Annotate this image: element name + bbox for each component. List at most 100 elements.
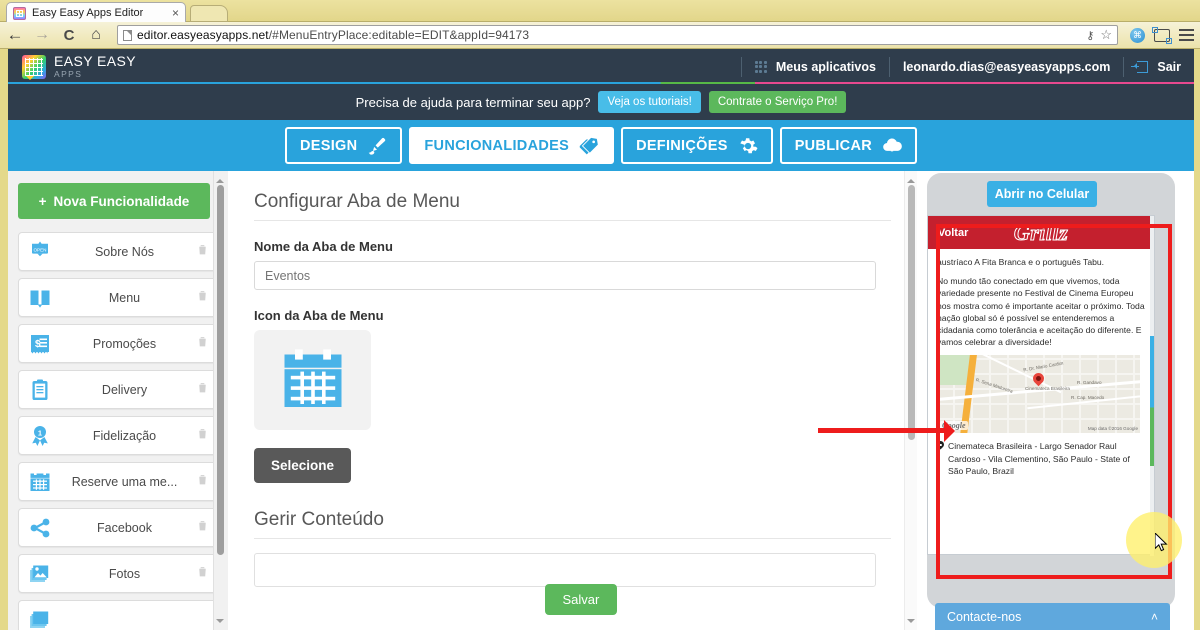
user-email-label: leonardo.dias@easyeasyapps.com — [903, 60, 1110, 74]
contact-us-bar[interactable]: Contacte-nos ˄ — [935, 603, 1170, 630]
clipboard-icon — [27, 377, 53, 403]
cast-icon[interactable] — [1154, 29, 1170, 42]
user-email[interactable]: leonardo.dias@easyeasyapps.com — [890, 49, 1123, 84]
sidebar-item-label: Fidelização — [53, 429, 196, 443]
sidebar-item-delivery[interactable]: Delivery — [18, 370, 218, 409]
sidebar-item-label: Promoções — [53, 337, 196, 351]
browser-toolbar: ← → C ⌂ editor.easyeasyapps.net/#MenuEnt… — [0, 22, 1200, 49]
feature-list: OPEN Sobre Nós Menu — [18, 232, 218, 630]
sidebar-item-sobre-nos[interactable]: OPEN Sobre Nós — [18, 232, 218, 271]
extension-icon[interactable]: ⌘ — [1130, 28, 1145, 43]
preview-scrollbar[interactable] — [1150, 216, 1154, 556]
workspace: + Nova Funcionalidade OPEN Sobre Nós — [8, 171, 1194, 630]
new-tab-button[interactable] — [190, 5, 228, 22]
logout-button[interactable]: Sair — [1124, 49, 1194, 84]
sidebar-item-reserve-uma-mesa[interactable]: Reserve uma me... — [18, 462, 218, 501]
scroll-down-icon[interactable] — [907, 619, 915, 627]
address-bar[interactable]: editor.easyeasyapps.net/#MenuEntryPlace:… — [117, 25, 1118, 45]
sidebar-item-promocoes[interactable]: $ Promoções — [18, 324, 218, 363]
preview-paragraph-2: No mundo tão conectado em que vivemos, t… — [937, 275, 1145, 348]
my-apps-button[interactable]: Meus aplicativos — [742, 49, 889, 84]
main-scrollbar[interactable] — [904, 171, 917, 630]
sidebar-item-label: Delivery — [53, 383, 196, 397]
browser-tab[interactable]: Easy Easy Apps Editor × — [6, 2, 186, 23]
sidebar-item-label: Facebook — [53, 521, 196, 535]
icon-preview-box[interactable] — [254, 330, 371, 430]
page-info-icon — [123, 30, 132, 41]
map-label: Cinemateca Brasileira — [1025, 386, 1070, 391]
back-icon[interactable]: ← — [6, 25, 24, 45]
sidebar-item-fidelizacao[interactable]: 1 Fidelização — [18, 416, 218, 455]
sidebar-item-partial[interactable] — [18, 600, 218, 630]
paintbrush-icon — [367, 136, 387, 156]
select-icon-button[interactable]: Selecione — [254, 448, 351, 483]
url-path: /#MenuEntryPlace:editable=EDIT&appId=941… — [269, 28, 529, 42]
trash-icon[interactable] — [196, 472, 209, 492]
tab-publicar[interactable]: PUBLICAR — [780, 127, 917, 164]
sidebar-item-label: Reserve uma me... — [53, 475, 196, 489]
plus-icon: + — [39, 194, 47, 209]
features-sidebar: + Nova Funcionalidade OPEN Sobre Nós — [8, 171, 228, 630]
app-titlebar: Voltar Grillz — [928, 216, 1154, 249]
map-embed[interactable]: R. Dr. Mario Cardim R. Gandavo R. Cap. M… — [937, 355, 1140, 433]
address-text: Cinemateca Brasileira - Largo Senador Ra… — [948, 440, 1145, 477]
screen-root: Easy Easy Apps Editor × ← → C ⌂ editor.e… — [0, 0, 1200, 630]
browser-menu-icon[interactable] — [1179, 29, 1194, 41]
page-title: Configurar Aba de Menu — [254, 191, 891, 221]
tab-design-label: DESIGN — [300, 138, 357, 154]
content-editor-area[interactable] — [254, 553, 876, 587]
new-feature-button[interactable]: + Nova Funcionalidade — [18, 183, 210, 219]
grid-icon — [755, 61, 767, 73]
map-label: R. Gandavo — [1077, 380, 1102, 385]
sidebar-scrollbar[interactable] — [213, 171, 226, 630]
scrollbar-thumb[interactable] — [217, 185, 224, 555]
scrollbar-thumb[interactable] — [1150, 336, 1154, 466]
trash-icon[interactable] — [196, 288, 209, 308]
promo-text: Precisa de ajuda para terminar seu app? — [356, 95, 591, 110]
sidebar-item-label: Fotos — [53, 567, 196, 581]
home-icon[interactable]: ⌂ — [87, 26, 105, 44]
sidebar-item-fotos[interactable]: Fotos — [18, 554, 218, 593]
main-nav: DESIGN FUNCIONALIDADES DEFINIÇÕES — [8, 120, 1194, 171]
menu-tab-name-input[interactable] — [254, 261, 876, 290]
open-on-mobile-button[interactable]: Abrir no Celular — [987, 181, 1097, 207]
gear-icon — [738, 136, 758, 156]
chevron-up-icon[interactable]: ˄ — [1151, 610, 1158, 624]
sidebar-item-menu[interactable]: Menu — [18, 278, 218, 317]
back-button[interactable]: Voltar — [938, 227, 968, 239]
tab-definicoes[interactable]: DEFINIÇÕES — [621, 127, 773, 164]
tab-design[interactable]: DESIGN — [285, 127, 402, 164]
tutorials-button[interactable]: Veja os tutoriais! — [598, 91, 700, 113]
easyeasy-logo-icon — [22, 55, 46, 79]
reload-icon[interactable]: C — [60, 27, 78, 44]
app-logo: Grillz — [1014, 220, 1068, 246]
scroll-down-icon[interactable] — [216, 619, 224, 627]
tab-funcionalidades[interactable]: FUNCIONALIDADES — [409, 127, 614, 164]
scroll-up-icon[interactable] — [216, 175, 224, 183]
trash-icon[interactable] — [196, 380, 209, 400]
trash-icon[interactable] — [196, 426, 209, 446]
forward-icon[interactable]: → — [33, 26, 51, 44]
trash-icon[interactable] — [196, 334, 209, 354]
save-button[interactable]: Salvar — [545, 584, 618, 615]
calendar-icon — [27, 469, 53, 495]
map-attribution: Map data ©2016 Google — [1088, 426, 1138, 431]
trash-icon[interactable] — [196, 242, 209, 262]
trash-icon[interactable] — [196, 564, 209, 584]
key-icon[interactable]: ⚷ — [1086, 29, 1094, 42]
menu-tab-icon-label: Icon da Aba de Menu — [254, 308, 891, 323]
favicon-icon — [13, 7, 26, 20]
svg-text:OPEN: OPEN — [33, 247, 46, 252]
brand-logo[interactable]: EASY EASY APPS — [22, 54, 136, 79]
open-book-icon — [27, 285, 53, 311]
close-icon[interactable]: × — [172, 7, 179, 19]
trash-icon[interactable] — [196, 518, 209, 538]
sidebar-item-facebook[interactable]: Facebook — [18, 508, 218, 547]
scrollbar-thumb[interactable] — [908, 185, 915, 440]
share-nodes-icon — [27, 515, 53, 541]
browser-tabstrip: Easy Easy Apps Editor × — [0, 0, 1200, 22]
scroll-up-icon[interactable] — [907, 175, 915, 183]
bookmark-star-icon[interactable]: ☆ — [1100, 27, 1112, 43]
pro-service-button[interactable]: Contrate o Serviço Pro! — [709, 91, 847, 113]
photos-icon — [27, 607, 53, 630]
